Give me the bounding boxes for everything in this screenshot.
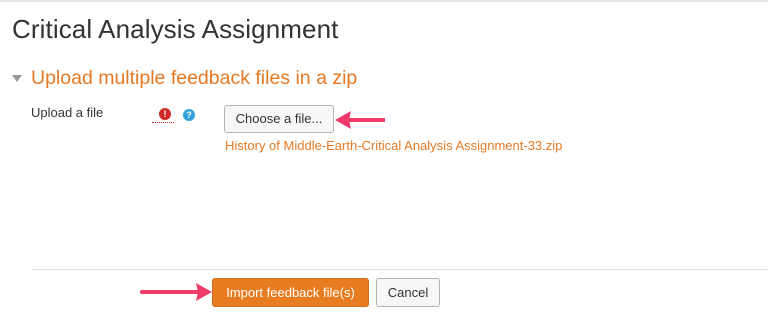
form-divider [31,269,768,270]
selected-file-link[interactable]: History of Middle-Earth-Critical Analysi… [225,138,562,153]
top-rule [0,0,768,2]
page-title: Critical Analysis Assignment [12,14,339,44]
import-feedback-button[interactable]: Import feedback file(s) [212,278,369,307]
required-icon: ! [159,108,171,120]
section-title[interactable]: Upload multiple feedback files in a zip [31,67,357,90]
required-dots [152,122,174,123]
annotation-arrow-choose [335,111,385,129]
choose-file-button[interactable]: Choose a file... [224,105,334,133]
section-header-upload[interactable]: Upload multiple feedback files in a zip [12,66,357,90]
caret-down-icon[interactable] [12,75,22,82]
annotation-arrow-import [140,283,212,301]
cancel-button[interactable]: Cancel [376,278,440,307]
field-label-upload: Upload a file [31,105,104,120]
help-icon[interactable]: ? [183,109,195,121]
